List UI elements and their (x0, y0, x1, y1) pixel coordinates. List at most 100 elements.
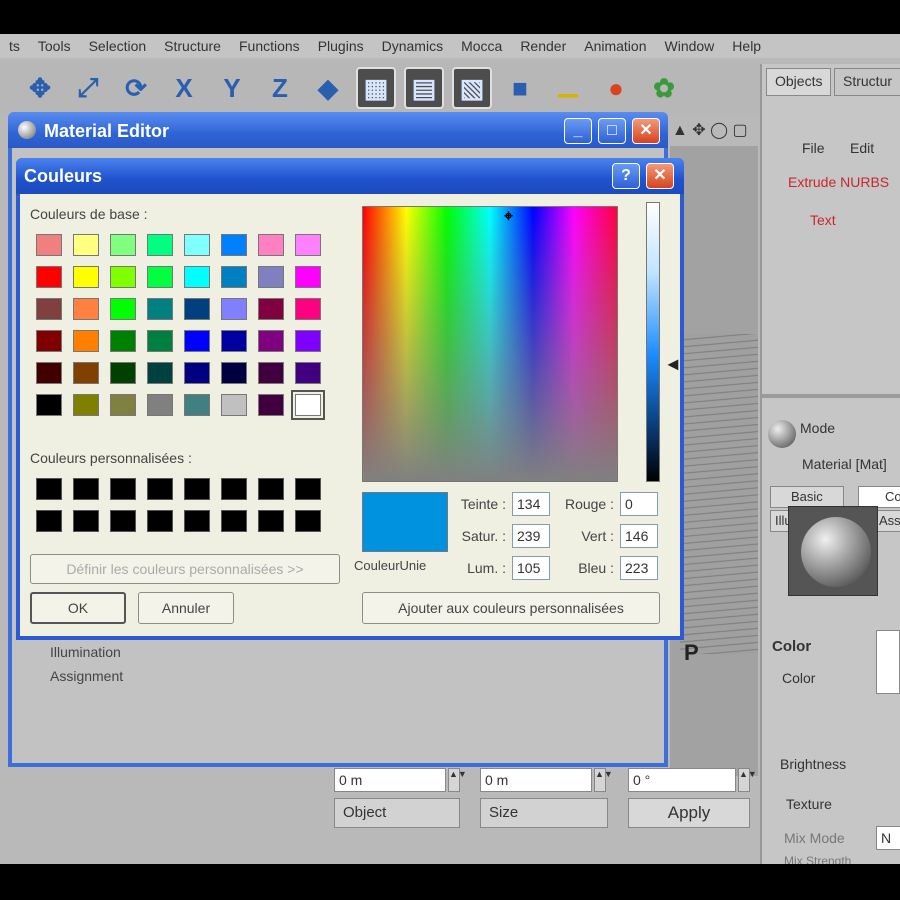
custom-color-swatch[interactable] (110, 510, 136, 532)
basic-color-swatch[interactable] (110, 330, 136, 352)
basic-color-swatch[interactable] (258, 234, 284, 256)
tree-item-extrude-nurbs[interactable]: Extrude NURBS (788, 174, 889, 190)
basic-color-swatch[interactable] (110, 266, 136, 288)
custom-color-swatch[interactable] (73, 510, 99, 532)
z-axis-icon[interactable]: Z (260, 67, 300, 109)
custom-color-swatch[interactable] (36, 478, 62, 500)
channel-assignment[interactable]: Assignment (50, 668, 123, 684)
basic-color-swatch[interactable] (36, 266, 62, 288)
ok-button[interactable]: OK (30, 592, 126, 624)
deformer-icon[interactable]: ● (596, 67, 636, 109)
menu-item[interactable]: Functions (230, 38, 309, 54)
basic-color-swatch[interactable] (258, 330, 284, 352)
menu-item[interactable]: Dynamics (373, 38, 452, 54)
menu-item[interactable]: Tools (29, 38, 80, 54)
coord-system-icon[interactable]: ◆ (308, 67, 348, 109)
coord-spinner-1[interactable]: ▲▼ (448, 768, 467, 792)
basic-color-swatch[interactable] (184, 266, 210, 288)
basic-color-swatch[interactable] (258, 266, 284, 288)
coord-size-select[interactable]: Size (480, 798, 608, 828)
move-icon[interactable]: ✥ (20, 67, 60, 109)
basic-color-swatch[interactable] (184, 298, 210, 320)
custom-color-swatch[interactable] (73, 478, 99, 500)
basic-color-swatch[interactable] (258, 362, 284, 384)
basic-color-swatch[interactable] (221, 330, 247, 352)
basic-color-swatch[interactable] (184, 394, 210, 416)
define-custom-colors-button[interactable]: Définir les couleurs personnalisées >> (30, 554, 340, 584)
luminance-arrow-icon[interactable]: ◄ (664, 354, 682, 375)
render-settings-icon[interactable]: ▧ (452, 67, 492, 109)
saturation-input[interactable]: 239 (512, 524, 550, 548)
mode-menu[interactable]: Mode (800, 420, 835, 436)
menu-edit[interactable]: Edit (850, 140, 874, 156)
color-swatch[interactable] (876, 630, 900, 694)
basic-color-swatch[interactable] (73, 298, 99, 320)
tab-color[interactable]: Co (858, 486, 900, 508)
custom-color-swatch[interactable] (295, 510, 321, 532)
tab-structure[interactable]: Structur (834, 68, 900, 96)
coord-spinner-2[interactable]: ▲▼ (594, 768, 613, 792)
tab-basic[interactable]: Basic (770, 486, 844, 508)
basic-color-swatch[interactable] (184, 234, 210, 256)
render-view-icon[interactable]: ▤ (404, 67, 444, 109)
basic-color-swatch[interactable] (221, 362, 247, 384)
basic-color-swatch[interactable] (221, 266, 247, 288)
basic-color-swatch[interactable] (295, 298, 321, 320)
scene-icon[interactable]: ✿ (644, 67, 684, 109)
blue-input[interactable]: 223 (620, 556, 658, 580)
custom-color-swatch[interactable] (295, 478, 321, 500)
render-region-icon[interactable]: ▦ (356, 67, 396, 109)
custom-color-swatch[interactable] (221, 510, 247, 532)
close-button[interactable]: ✕ (632, 118, 660, 144)
custom-color-swatch[interactable] (184, 478, 210, 500)
scale-icon[interactable]: ⤢ (68, 67, 108, 109)
coord-field-1[interactable]: 0 m (334, 768, 446, 792)
menu-file[interactable]: File (802, 140, 825, 156)
basic-color-swatch[interactable] (36, 298, 62, 320)
luminance-input[interactable]: 105 (512, 556, 550, 580)
menu-item[interactable]: Help (723, 38, 770, 54)
basic-color-swatch[interactable] (295, 394, 321, 416)
close-button[interactable]: ✕ (646, 163, 674, 189)
coord-field-2[interactable]: 0 m (480, 768, 592, 792)
bone-icon[interactable]: ⚊ (548, 67, 588, 109)
basic-color-swatch[interactable] (36, 394, 62, 416)
basic-color-swatch[interactable] (73, 234, 99, 256)
basic-color-swatch[interactable] (36, 330, 62, 352)
tab-objects[interactable]: Objects (766, 68, 832, 96)
basic-color-swatch[interactable] (184, 362, 210, 384)
x-axis-icon[interactable]: X (164, 67, 204, 109)
basic-color-swatch[interactable] (110, 298, 136, 320)
menu-item[interactable]: Window (656, 38, 724, 54)
cancel-button[interactable]: Annuler (138, 592, 234, 624)
menu-item[interactable]: Animation (575, 38, 655, 54)
basic-color-swatch[interactable] (147, 362, 173, 384)
tree-item-text[interactable]: Text (810, 212, 836, 228)
basic-color-swatch[interactable] (36, 234, 62, 256)
basic-color-swatch[interactable] (110, 234, 136, 256)
basic-color-swatch[interactable] (73, 362, 99, 384)
red-input[interactable]: 0 (620, 492, 658, 516)
coord-field-3[interactable]: 0 ° (628, 768, 736, 792)
cube-icon[interactable]: ■ (500, 67, 540, 109)
menu-item[interactable]: ts (0, 38, 29, 54)
basic-color-swatch[interactable] (147, 234, 173, 256)
basic-color-swatch[interactable] (147, 330, 173, 352)
maximize-button[interactable]: □ (598, 118, 626, 144)
custom-color-swatch[interactable] (110, 478, 136, 500)
minimize-button[interactable]: _ (564, 118, 592, 144)
basic-color-swatch[interactable] (110, 394, 136, 416)
rotate-icon[interactable]: ⟳ (116, 67, 156, 109)
apply-button[interactable]: Apply (628, 798, 750, 828)
coord-mode-select[interactable]: Object (334, 798, 460, 828)
color-spectrum[interactable] (362, 206, 618, 482)
channel-illumination[interactable]: Illumination (50, 644, 121, 660)
coord-spinner-3[interactable]: ▲▼ (738, 768, 757, 792)
menu-item[interactable]: Structure (155, 38, 230, 54)
custom-color-swatch[interactable] (258, 478, 284, 500)
menu-item[interactable]: Selection (80, 38, 156, 54)
basic-color-swatch[interactable] (258, 394, 284, 416)
basic-color-swatch[interactable] (184, 330, 210, 352)
custom-color-swatch[interactable] (147, 510, 173, 532)
basic-color-swatch[interactable] (147, 298, 173, 320)
